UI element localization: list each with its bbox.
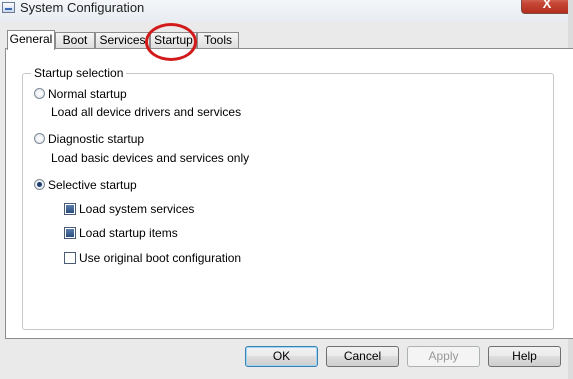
tab-general[interactable]: General [7, 30, 55, 50]
selective-startup-label[interactable]: Selective startup [48, 178, 137, 192]
close-button[interactable]: X [521, 0, 573, 14]
diagnostic-startup-description: Load basic devices and services only [51, 151, 250, 165]
apply-button[interactable]: Apply [407, 346, 480, 367]
tab-boot[interactable]: Boot [55, 32, 95, 49]
general-tab-panel: Startup selection Normal startup Load al… [5, 48, 573, 339]
ok-button[interactable]: OK [245, 346, 318, 367]
tab-startup[interactable]: Startup [150, 32, 197, 49]
window-title: System Configuration [20, 0, 145, 15]
load-system-services-checkbox[interactable] [64, 203, 76, 215]
tab-services[interactable]: Services [95, 32, 150, 49]
startup-selection-group: Startup selection Normal startup Load al… [22, 66, 554, 330]
selective-startup-radio[interactable] [34, 179, 45, 190]
use-original-boot-config-checkbox[interactable] [64, 252, 76, 264]
load-startup-items-checkbox[interactable] [64, 227, 76, 239]
use-original-boot-config-label[interactable]: Use original boot configuration [79, 251, 241, 265]
load-startup-items-label[interactable]: Load startup items [79, 226, 178, 240]
normal-startup-description: Load all device drivers and services [51, 105, 242, 119]
cancel-button[interactable]: Cancel [326, 346, 399, 367]
tab-tools[interactable]: Tools [197, 32, 239, 49]
help-button[interactable]: Help [488, 346, 561, 367]
system-config-icon [2, 2, 15, 13]
group-label: Startup selection [31, 66, 127, 80]
title-bar: System Configuration [0, 0, 573, 22]
normal-startup-radio[interactable] [34, 88, 45, 99]
normal-startup-label[interactable]: Normal startup [48, 87, 127, 101]
diagnostic-startup-radio[interactable] [34, 133, 45, 144]
diagnostic-startup-label[interactable]: Diagnostic startup [48, 132, 144, 146]
load-system-services-label[interactable]: Load system services [79, 202, 194, 216]
